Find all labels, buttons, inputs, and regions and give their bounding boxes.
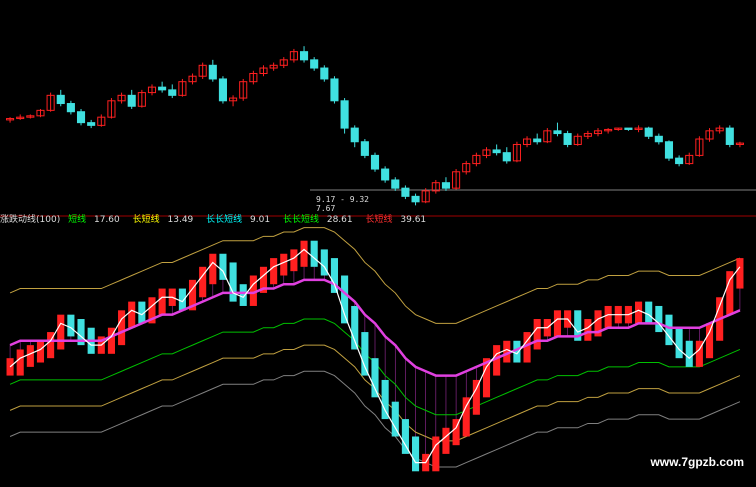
price-range-label: 9.17 - 9.32 (316, 195, 369, 204)
stock-chart (0, 46, 756, 472)
candle-body (218, 78, 227, 102)
indicator-bar (705, 323, 714, 359)
candle-body (370, 154, 380, 170)
indicator-pane (6, 227, 744, 472)
candle-body (381, 168, 390, 181)
candle-body (401, 187, 410, 197)
indicator-bar (675, 327, 683, 359)
candle-body (208, 64, 217, 80)
indicator-bar (67, 314, 75, 337)
indicator-bar (351, 305, 359, 350)
indicator-bar (229, 262, 237, 302)
indicator-bar (270, 258, 278, 285)
indicator-bar (26, 345, 34, 367)
candle-body (502, 152, 511, 162)
candle-body (56, 94, 65, 105)
indicator-item: 长短线 13.49 (132, 215, 194, 225)
price-pane (6, 46, 744, 206)
indicator-bar (533, 319, 541, 350)
indicator-bar (553, 310, 562, 337)
indicator-bar (635, 301, 643, 324)
indicator-bar (57, 314, 65, 350)
indicator-item: 长长短线 28.61 (282, 215, 353, 225)
indicator-name: 涨跌动线(100) (0, 215, 61, 225)
candle-body (725, 127, 734, 145)
indicator-bar (361, 332, 369, 376)
indicator-bar (16, 349, 24, 376)
candle-body (87, 122, 96, 126)
indicator-item: 短线 17.60 (68, 215, 120, 225)
candle-body (330, 78, 339, 102)
candle-body (563, 133, 572, 145)
indicator-bar (239, 284, 247, 306)
candle-body (158, 86, 167, 91)
indicator-bar (381, 379, 389, 420)
indicator-bar (432, 436, 440, 472)
candle-body (66, 103, 75, 113)
indicator-bar (178, 288, 186, 311)
indicator-header: 涨跌动线(100) 短线 17.60 长短线 13.49 长长短线 9.01 长… (0, 214, 756, 226)
indicator-item: 长短线 39.61 (365, 215, 427, 225)
indicator-bar (310, 240, 318, 267)
indicator-item: 长长短线 9.01 (206, 215, 271, 225)
candle-body (168, 89, 177, 96)
candle-body (350, 127, 359, 143)
indicator-bar (280, 253, 288, 276)
candle-body (411, 195, 420, 203)
candle-body (664, 141, 674, 159)
indicator-bar (371, 358, 379, 398)
indicator-bar (685, 340, 693, 367)
candle-body (644, 127, 653, 137)
indicator-bar (462, 397, 470, 437)
indicator-bar (118, 310, 126, 346)
candle-body (492, 149, 501, 154)
indicator-bar (645, 301, 653, 324)
low-price-label: 7.67 (316, 204, 336, 213)
indicator-bar (584, 319, 592, 341)
candle-body (533, 138, 542, 143)
candle-body (310, 59, 319, 69)
indicator-bar (412, 436, 420, 472)
watermark: www.7gpzb.com (650, 455, 744, 469)
candle-body (675, 157, 684, 165)
indicator-bar (604, 305, 612, 328)
candle-body (391, 179, 400, 189)
candle-body (553, 130, 562, 135)
indicator-bar (442, 427, 450, 454)
candle-body (340, 100, 349, 129)
candle-body (76, 111, 86, 124)
candle-body (360, 141, 369, 156)
indicator-bar (300, 240, 308, 267)
indicator-bar (736, 258, 744, 289)
indicator-bar (36, 340, 45, 363)
candle-body (320, 67, 329, 80)
candle-body (441, 182, 451, 189)
indicator-bar (655, 305, 663, 333)
indicator-bar (472, 379, 480, 415)
indicator-bar (209, 253, 217, 285)
candle-body (299, 51, 309, 61)
grid-lines (0, 189, 756, 217)
indicator-bar (290, 249, 298, 272)
candle-body (624, 127, 633, 130)
indicator-bar (726, 271, 734, 315)
indicator-bar (158, 288, 166, 315)
indicator-bar (128, 301, 136, 328)
candle-body (127, 94, 136, 107)
candle-body (654, 135, 663, 143)
